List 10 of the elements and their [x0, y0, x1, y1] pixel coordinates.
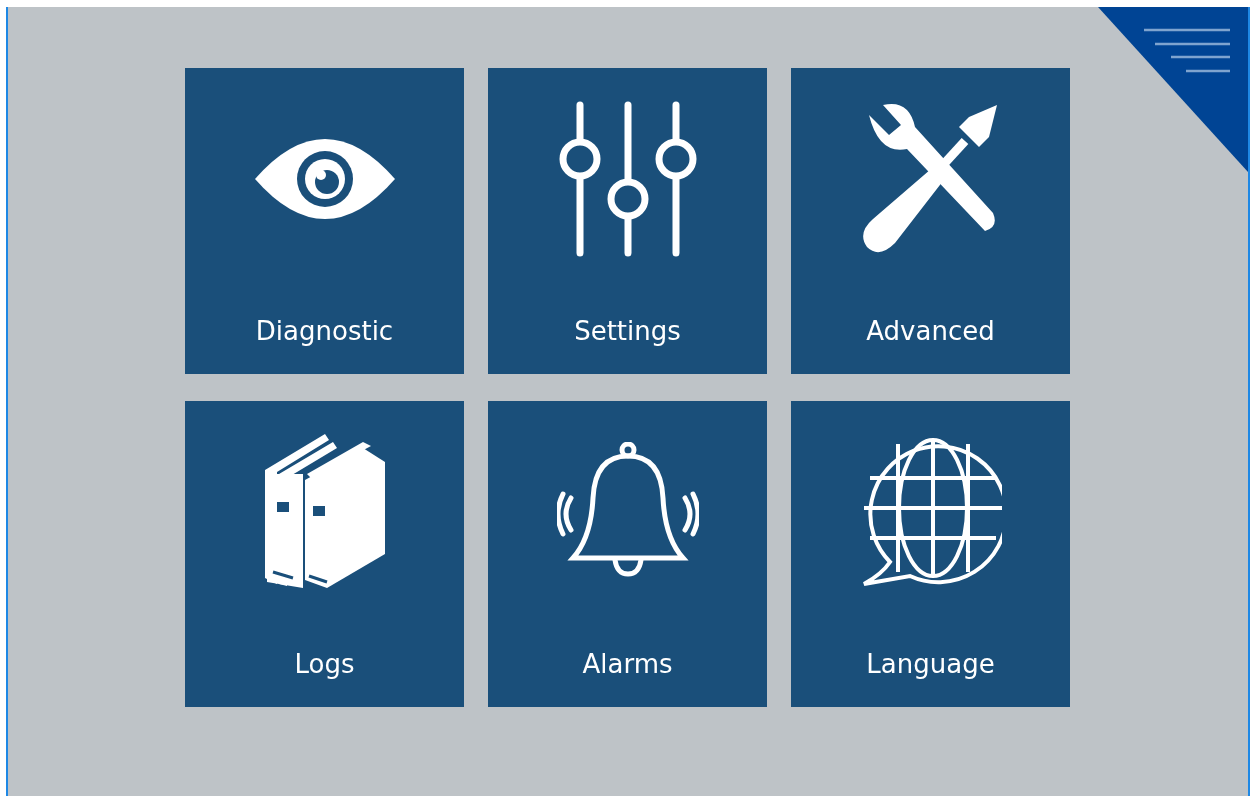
menu-tile[interactable]: Alarms: [488, 401, 767, 707]
menu-tile[interactable]: Logs: [185, 401, 464, 707]
menu-icon: [1142, 28, 1230, 74]
menu-tile[interactable]: Diagnostic: [185, 68, 464, 374]
menu-tile[interactable]: Settings: [488, 68, 767, 374]
eye-icon: [253, 137, 396, 220]
menu-tile[interactable]: Language: [791, 401, 1070, 707]
books-icon: [262, 433, 387, 590]
menu-tile[interactable]: Advanced: [791, 68, 1070, 374]
sliders-icon: [557, 100, 698, 257]
